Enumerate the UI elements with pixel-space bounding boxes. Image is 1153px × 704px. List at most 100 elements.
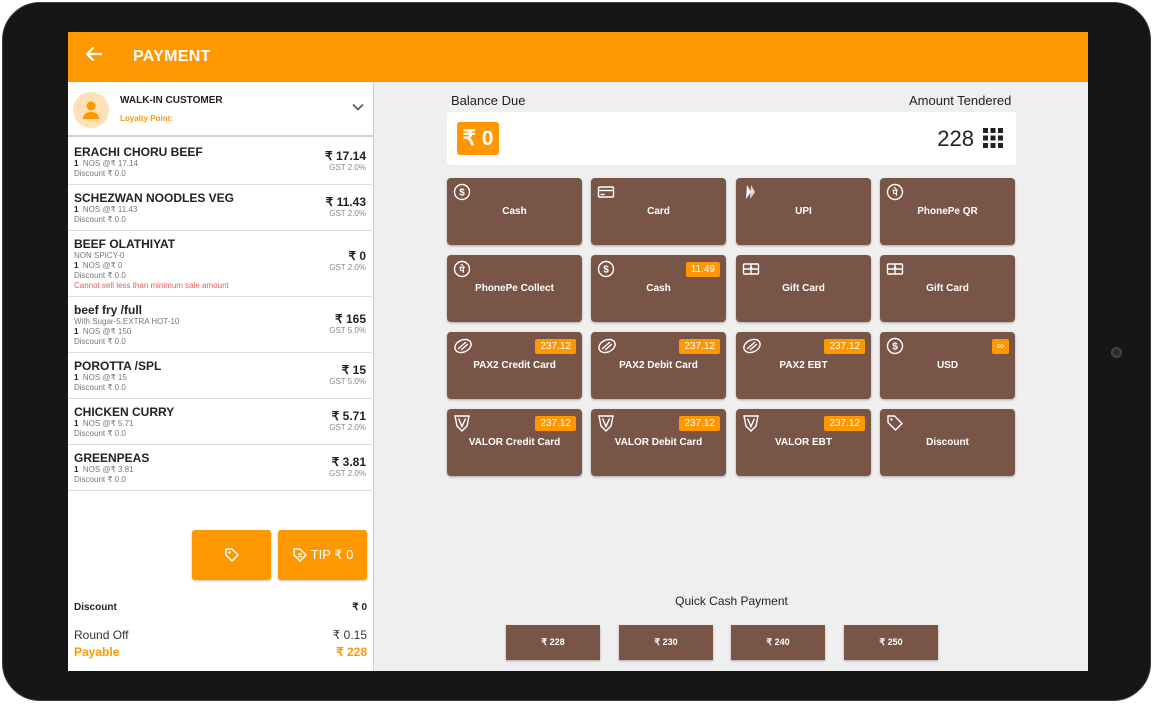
cart-item[interactable]: CHICKEN CURRY 1 NOS @₹ 5.71 Discount ₹ 0.0… xyxy=(68,399,372,445)
tag-icon xyxy=(886,414,904,432)
quick-cash-button[interactable]: ₹ 250 xyxy=(844,625,938,660)
tile-badge: 237.12 xyxy=(679,339,720,354)
amount-display: ₹ 0 228 xyxy=(447,112,1016,165)
cart-item-price: ₹ 17.14 xyxy=(325,149,366,163)
page-title: PAYMENT xyxy=(133,48,211,65)
payment-tile-gift-card[interactable]: Gift Card xyxy=(880,255,1015,322)
valor-icon xyxy=(453,414,471,432)
cart-item[interactable]: beef fry /full With Sugar-5,EXTRA HOT-10 1… xyxy=(68,297,372,353)
amount-tendered-value[interactable]: 228 xyxy=(937,126,974,152)
gift-card-icon xyxy=(886,260,904,278)
tile-label: Card xyxy=(647,206,670,217)
balance-due-value: ₹ 0 xyxy=(457,122,499,155)
payment-tile-valor-ebt[interactable]: 237.12 VALOR EBT xyxy=(736,409,871,476)
cart-item-qty: 1 xyxy=(74,465,79,474)
cart-item-discount: Discount ₹ 0.0 xyxy=(74,169,126,178)
tile-label: Discount xyxy=(926,437,969,448)
cart-item-name: BEEF OLATHIYAT xyxy=(74,237,176,251)
payment-tile-pax2-debit-card[interactable]: 237.12 PAX2 Debit Card xyxy=(591,332,726,399)
chevron-down-icon[interactable] xyxy=(351,100,365,114)
cart-item-discount: Discount ₹ 0.0 xyxy=(74,383,126,392)
payment-tile-phonepe-collect[interactable]: पे PhonePe Collect xyxy=(447,255,582,322)
payment-panel: Balance Due Amount Tendered ₹ 0 228 $ Cas… xyxy=(375,82,1088,671)
cart-item[interactable]: GREENPEAS 1 NOS @₹ 3.81 Discount ₹ 0.0 ₹ 3.… xyxy=(68,445,372,491)
app-screen: PAYMENT WALK-IN CUSTOMER Loyalty Point: … xyxy=(68,32,1088,671)
tile-label: Gift Card xyxy=(926,283,969,294)
quick-cash-button[interactable]: ₹ 240 xyxy=(731,625,825,660)
gift-card-icon xyxy=(742,260,760,278)
cart-item[interactable]: BEEF OLATHIYAT NON SPICY-0 1 NOS @₹ 0 Disco… xyxy=(68,231,372,297)
payment-tile-usd[interactable]: $ ∞ USD xyxy=(880,332,1015,399)
svg-text:$: $ xyxy=(892,342,898,353)
cart-item-rate: NOS @₹ 17.14 xyxy=(82,159,138,168)
payment-tile-card[interactable]: Card xyxy=(591,178,726,245)
cart-item-qty-rate: 1 NOS @₹ 17.14 xyxy=(74,159,366,169)
valor-icon xyxy=(597,414,615,432)
cart-item-name: ERACHI CHORU BEEF xyxy=(74,145,203,159)
payment-tile-cash[interactable]: $11.49 Cash xyxy=(591,255,726,322)
cart-item[interactable]: ERACHI CHORU BEEF 1 NOS @₹ 17.14 Discount … xyxy=(68,139,372,185)
cart-item-price: ₹ 5.71 xyxy=(331,409,366,423)
cart-item[interactable]: SCHEZWAN NOODLES VEG 1 NOS @₹ 11.43 Discou… xyxy=(68,185,372,231)
tile-label: PAX2 EBT xyxy=(779,360,828,371)
payment-tile-valor-debit-card[interactable]: 237.12 VALOR Debit Card xyxy=(591,409,726,476)
tile-badge: 237.12 xyxy=(535,416,576,431)
tile-badge: 237.12 xyxy=(535,339,576,354)
cart-item-name: SCHEZWAN NOODLES VEG xyxy=(74,191,235,205)
payment-tile-valor-credit-card[interactable]: 237.12 VALOR Credit Card xyxy=(447,409,582,476)
dollar-icon: $ xyxy=(597,260,615,278)
cart-item-price: ₹ 3.81 xyxy=(331,455,366,469)
back-arrow-icon[interactable] xyxy=(82,44,106,68)
roundoff-label: Round Off xyxy=(74,628,129,642)
tile-badge: 237.12 xyxy=(679,416,720,431)
cart-item-error: Cannot sell less than minimum sale amoun… xyxy=(74,281,229,290)
payment-tile-pax2-ebt[interactable]: 237.12 PAX2 EBT xyxy=(736,332,871,399)
payment-tile-gift-card[interactable]: Gift Card xyxy=(736,255,871,322)
valor-icon xyxy=(742,414,760,432)
keypad-icon[interactable] xyxy=(983,128,1003,148)
tile-badge: ∞ xyxy=(991,339,1009,354)
payment-tile-discount[interactable]: Discount xyxy=(880,409,1015,476)
cart-item[interactable]: POROTTA /SPL 1 NOS @₹ 15 Discount ₹ 0.0 ₹ 1… xyxy=(68,353,372,399)
cart-item-rate: NOS @₹ 3.81 xyxy=(82,465,134,474)
cart-item-price: ₹ 15 xyxy=(341,363,366,377)
summary-roundoff: Round Off ₹ 0.15 xyxy=(74,628,367,642)
cart-item-qty-rate: 1 NOS @₹ 3.81 xyxy=(74,465,366,475)
tile-label: Cash xyxy=(502,206,527,217)
tip-button[interactable]: TIP ₹ 0 xyxy=(278,530,367,580)
svg-text:पे: पे xyxy=(891,187,898,199)
payment-tile-upi[interactable]: UPI xyxy=(736,178,871,245)
tile-label: Gift Card xyxy=(782,283,825,294)
tip-label: TIP ₹ 0 xyxy=(310,547,354,562)
tile-badge: 237.12 xyxy=(824,339,865,354)
quick-cash-button[interactable]: ₹ 228 xyxy=(506,625,600,660)
payment-tile-pax2-credit-card[interactable]: 237.12 PAX2 Credit Card xyxy=(447,332,582,399)
quick-cash-button[interactable]: ₹ 230 xyxy=(619,625,713,660)
cart-item-name: GREENPEAS xyxy=(74,451,150,465)
payment-tile-phonepe-qr[interactable]: पे PhonePe QR xyxy=(880,178,1015,245)
cart-item-qty-rate: 1 NOS @₹ 11.43 xyxy=(74,205,366,215)
order-panel: WALK-IN CUSTOMER Loyalty Point: ERACHI C… xyxy=(68,82,374,671)
tile-label: UPI xyxy=(795,206,812,217)
cart-item-price: ₹ 11.43 xyxy=(325,195,366,209)
tile-label: PhonePe QR xyxy=(917,206,978,217)
pax-icon xyxy=(742,337,761,355)
svg-text:$: $ xyxy=(603,265,609,276)
cart-item-modifier: With Sugar-5,EXTRA HOT-10 xyxy=(74,317,180,326)
tile-label: USD xyxy=(936,360,959,371)
tile-label: PhonePe Collect xyxy=(475,283,554,294)
summary-payable: Payable ₹ 228 xyxy=(74,645,367,659)
apply-tag-button[interactable] xyxy=(192,530,271,580)
cart-item-gst: GST 2.0% xyxy=(329,469,366,478)
cart-item-qty: 1 xyxy=(74,373,79,382)
cart-item-gst: GST 2.0% xyxy=(329,209,366,218)
camera-lens xyxy=(1111,347,1122,358)
cart-item-rate: NOS @₹ 15 xyxy=(82,373,127,382)
cart-item-discount: Discount ₹ 0.0 xyxy=(74,429,126,438)
tile-label: PAX2 Credit Card xyxy=(473,360,556,371)
cart-item-discount: Discount ₹ 0.0 xyxy=(74,215,126,224)
payment-tile-cash[interactable]: $ Cash xyxy=(447,178,582,245)
customer-selector[interactable]: WALK-IN CUSTOMER Loyalty Point: xyxy=(68,82,374,137)
cart-item-gst: GST 5.0% xyxy=(329,326,366,335)
cart-item-qty: 1 xyxy=(74,327,79,336)
